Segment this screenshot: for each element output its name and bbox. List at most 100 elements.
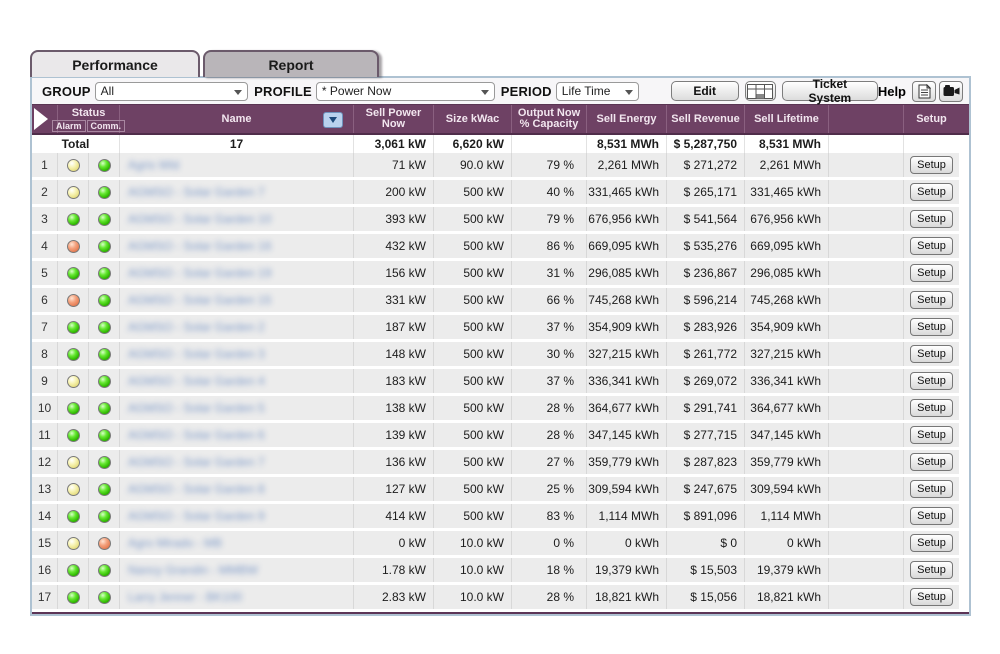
site-name-link[interactable]: AGMSO - Solar Garden 4 <box>128 374 265 388</box>
profile-select-value: * Power Now <box>322 84 391 98</box>
comm-status-light <box>98 402 111 415</box>
row-number: 11 <box>32 423 58 447</box>
sell-revenue-value: $ 269,072 <box>667 369 745 393</box>
site-name-link[interactable]: AGMSO - Solar Garden 19 <box>128 266 271 280</box>
edit-button[interactable]: Edit <box>671 81 739 101</box>
sell-lifetime-value: 745,268 kWh <box>745 288 829 312</box>
name-column-header[interactable]: Name <box>120 105 354 133</box>
alarm-status-cell <box>58 477 89 501</box>
alarm-status-cell <box>58 234 89 258</box>
site-name-link[interactable]: AGMSO - Solar Garden 2 <box>128 320 265 334</box>
sell-lifetime-value: 19,379 kWh <box>745 558 829 582</box>
site-name-cell: AGMSO - Solar Garden 9 <box>120 504 354 528</box>
setup-cell: Setup <box>904 558 959 582</box>
sell-revenue-value: $ 891,096 <box>667 504 745 528</box>
site-name-link[interactable]: AGMSO - Solar Garden 3 <box>128 347 265 361</box>
setup-button[interactable]: Setup <box>910 318 953 336</box>
alarm-status-light <box>67 186 80 199</box>
sell-energy-value: 0 kWh <box>587 531 667 555</box>
setup-cell: Setup <box>904 342 959 366</box>
setup-button[interactable]: Setup <box>910 453 953 471</box>
site-name-link[interactable]: AGMSO - Solar Garden 7 <box>128 185 265 199</box>
site-name-link[interactable]: AGMSO - Solar Garden 16 <box>128 239 271 253</box>
setup-button[interactable]: Setup <box>910 210 953 228</box>
alarm-status-light <box>67 429 80 442</box>
sell-power-value: 183 kW <box>354 369 434 393</box>
alarm-status-light <box>67 375 80 388</box>
comm-status-cell <box>89 207 120 231</box>
comm-status-light <box>98 267 111 280</box>
alarm-status-cell <box>58 342 89 366</box>
setup-button[interactable]: Setup <box>910 534 953 552</box>
site-name-link[interactable]: Agro Mirado - MB <box>128 536 222 550</box>
help-video-button[interactable] <box>939 81 963 102</box>
name-sort-dropdown[interactable] <box>323 112 343 128</box>
setup-button[interactable]: Setup <box>910 480 953 498</box>
row-number: 9 <box>32 369 58 393</box>
comm-status-light <box>98 564 111 577</box>
site-name-link[interactable]: Agris Wld <box>128 158 179 172</box>
sell-revenue-value: $ 287,823 <box>667 450 745 474</box>
comm-status-cell <box>89 477 120 501</box>
tab-report[interactable]: Report <box>203 50 379 77</box>
site-name-link[interactable]: AGMSO - Solar Garden 7 <box>128 455 265 469</box>
group-label: GROUP <box>42 84 91 99</box>
group-select[interactable]: All <box>95 82 248 101</box>
size-value: 500 kW <box>434 342 512 366</box>
tab-performance[interactable]: Performance <box>30 50 200 77</box>
sell-power-column-header[interactable]: Sell Power Now <box>354 105 434 133</box>
row-number: 2 <box>32 180 58 204</box>
site-name-link[interactable]: Larry Jenner - BK100 <box>128 590 242 604</box>
size-column-header[interactable]: Size kWac <box>434 105 512 133</box>
table-body: 1Agris Wld71 kW90.0 kW79 %2,261 MWh$ 271… <box>32 153 969 614</box>
site-name-link[interactable]: AGMSO - Solar Garden 9 <box>128 509 265 523</box>
setup-button[interactable]: Setup <box>910 264 953 282</box>
alarm-status-cell <box>58 585 89 609</box>
site-name-link[interactable]: AGMSO - Solar Garden 6 <box>128 428 265 442</box>
size-value: 500 kW <box>434 450 512 474</box>
sell-power-value: 331 kW <box>354 288 434 312</box>
sell-energy-value: 745,268 kWh <box>587 288 667 312</box>
sell-lifetime-column-header[interactable]: Sell Lifetime <box>745 105 829 133</box>
setup-column-header: Setup <box>904 105 959 133</box>
output-pct-value: 30 % <box>512 342 587 366</box>
tab-bar: Performance Report <box>30 50 971 77</box>
setup-cell: Setup <box>904 180 959 204</box>
sell-energy-column-header[interactable]: Sell Energy <box>587 105 667 133</box>
setup-button[interactable]: Setup <box>910 156 953 174</box>
size-value: 500 kW <box>434 207 512 231</box>
table-layout-button[interactable] <box>745 81 776 101</box>
setup-button[interactable]: Setup <box>910 588 953 606</box>
comm-status-light <box>98 321 111 334</box>
setup-button[interactable]: Setup <box>910 561 953 579</box>
site-name-cell: AGMSO - Solar Garden 7 <box>120 180 354 204</box>
sell-revenue-value: $ 535,276 <box>667 234 745 258</box>
setup-button[interactable]: Setup <box>910 237 953 255</box>
sell-revenue-column-header[interactable]: Sell Revenue <box>667 105 745 133</box>
setup-button[interactable]: Setup <box>910 345 953 363</box>
period-select[interactable]: Life Time <box>556 82 639 101</box>
output-pct-value: 31 % <box>512 261 587 285</box>
site-name-link[interactable]: AGMSO - Solar Garden 15 <box>128 293 271 307</box>
site-name-link[interactable]: AGMSO - Solar Garden 10 <box>128 212 271 226</box>
help-document-button[interactable] <box>912 81 936 102</box>
setup-button[interactable]: Setup <box>910 426 953 444</box>
setup-button[interactable]: Setup <box>910 507 953 525</box>
output-pct-value: 66 % <box>512 288 587 312</box>
size-value: 500 kW <box>434 288 512 312</box>
site-name-link[interactable]: Nancy Grandin - MMBW <box>128 563 258 577</box>
row-number: 16 <box>32 558 58 582</box>
setup-button[interactable]: Setup <box>910 399 953 417</box>
site-name-link[interactable]: AGMSO - Solar Garden 8 <box>128 482 265 496</box>
setup-button[interactable]: Setup <box>910 291 953 309</box>
site-name-link[interactable]: AGMSO - Solar Garden 5 <box>128 401 265 415</box>
setup-button[interactable]: Setup <box>910 372 953 390</box>
sell-lifetime-value: 327,215 kWh <box>745 342 829 366</box>
document-icon <box>918 84 931 99</box>
output-pct-column-header[interactable]: Output Now % Capacity <box>512 105 587 133</box>
setup-button[interactable]: Setup <box>910 183 953 201</box>
output-pct-value: 37 % <box>512 369 587 393</box>
ticket-system-button[interactable]: Ticket System <box>782 81 878 101</box>
profile-select[interactable]: * Power Now <box>316 82 495 101</box>
blank-cell <box>829 234 904 258</box>
